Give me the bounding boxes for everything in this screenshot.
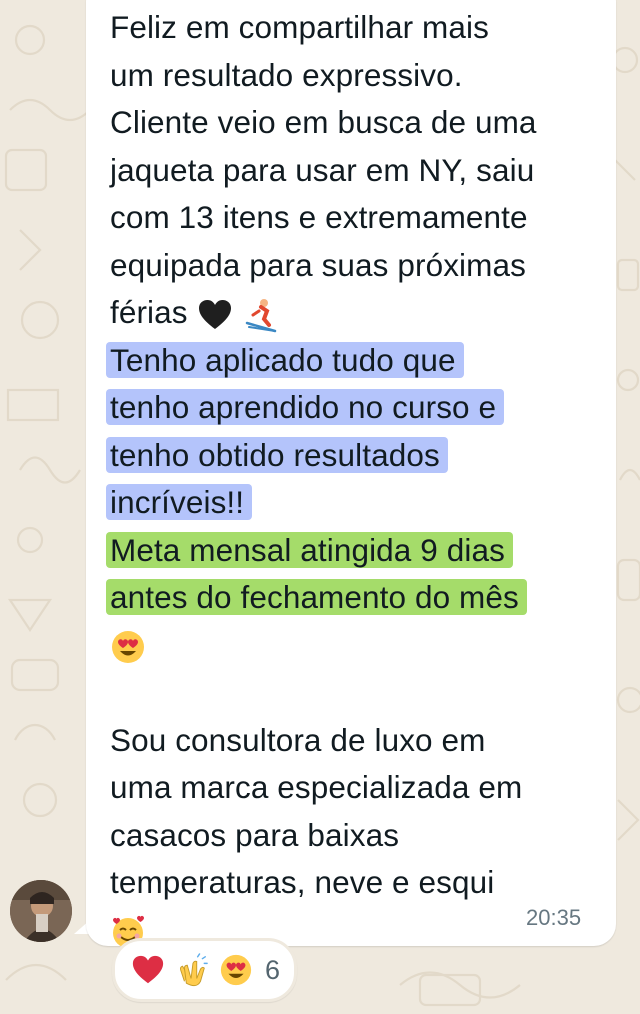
message-line: Feliz em compartilhar mais (110, 9, 489, 45)
highlighted-line-blue: tenho obtido resultados (106, 432, 610, 480)
skier-emoji (246, 298, 277, 332)
highlighted-line-blue: Tenho aplicado tudo que (106, 337, 610, 385)
highlighted-line-blue: incríveis!! (106, 479, 610, 527)
red-heart-emoji (132, 955, 164, 984)
message-text: Feliz em compartilhar mais um resultado … (106, 4, 610, 954)
message-line: um resultado expressivo. (110, 56, 463, 93)
heart-eyes-emoji (112, 631, 144, 664)
message-line: temperaturas, neve e esqui (110, 864, 495, 900)
message-line: com 13 itens e extremamente (110, 199, 528, 235)
highlighted-line-green: antes do fechamento do mês (106, 574, 610, 622)
message-line-emoji (110, 622, 610, 670)
message-line: jaqueta para usar em NY, saiu (110, 151, 535, 188)
reactions-bar[interactable]: 6 (112, 938, 298, 1002)
message-word: férias (110, 294, 188, 330)
message-line: Cliente veio em busca de uma (110, 104, 537, 140)
message-line: Sou consultora de luxo em (110, 721, 486, 758)
sender-avatar[interactable] (10, 880, 72, 942)
message-line: equipada para suas próximas (110, 246, 526, 283)
avatar-photo (10, 880, 72, 942)
message-line: uma marca especializada em (110, 769, 523, 805)
highlighted-line-green: Meta mensal atingida 9 dias (106, 527, 610, 575)
black-heart-emoji (198, 299, 231, 329)
message-line-with-emoji: férias (110, 289, 610, 337)
heart-eyes-emoji (220, 954, 252, 986)
highlighted-line-blue: tenho aprendido no curso e (106, 384, 610, 432)
clapping-hands-emoji (179, 953, 208, 987)
reaction-count: 6 (265, 954, 281, 985)
message-timestamp: 20:35 (526, 905, 582, 930)
message-line: casacos para baixas (110, 816, 400, 853)
